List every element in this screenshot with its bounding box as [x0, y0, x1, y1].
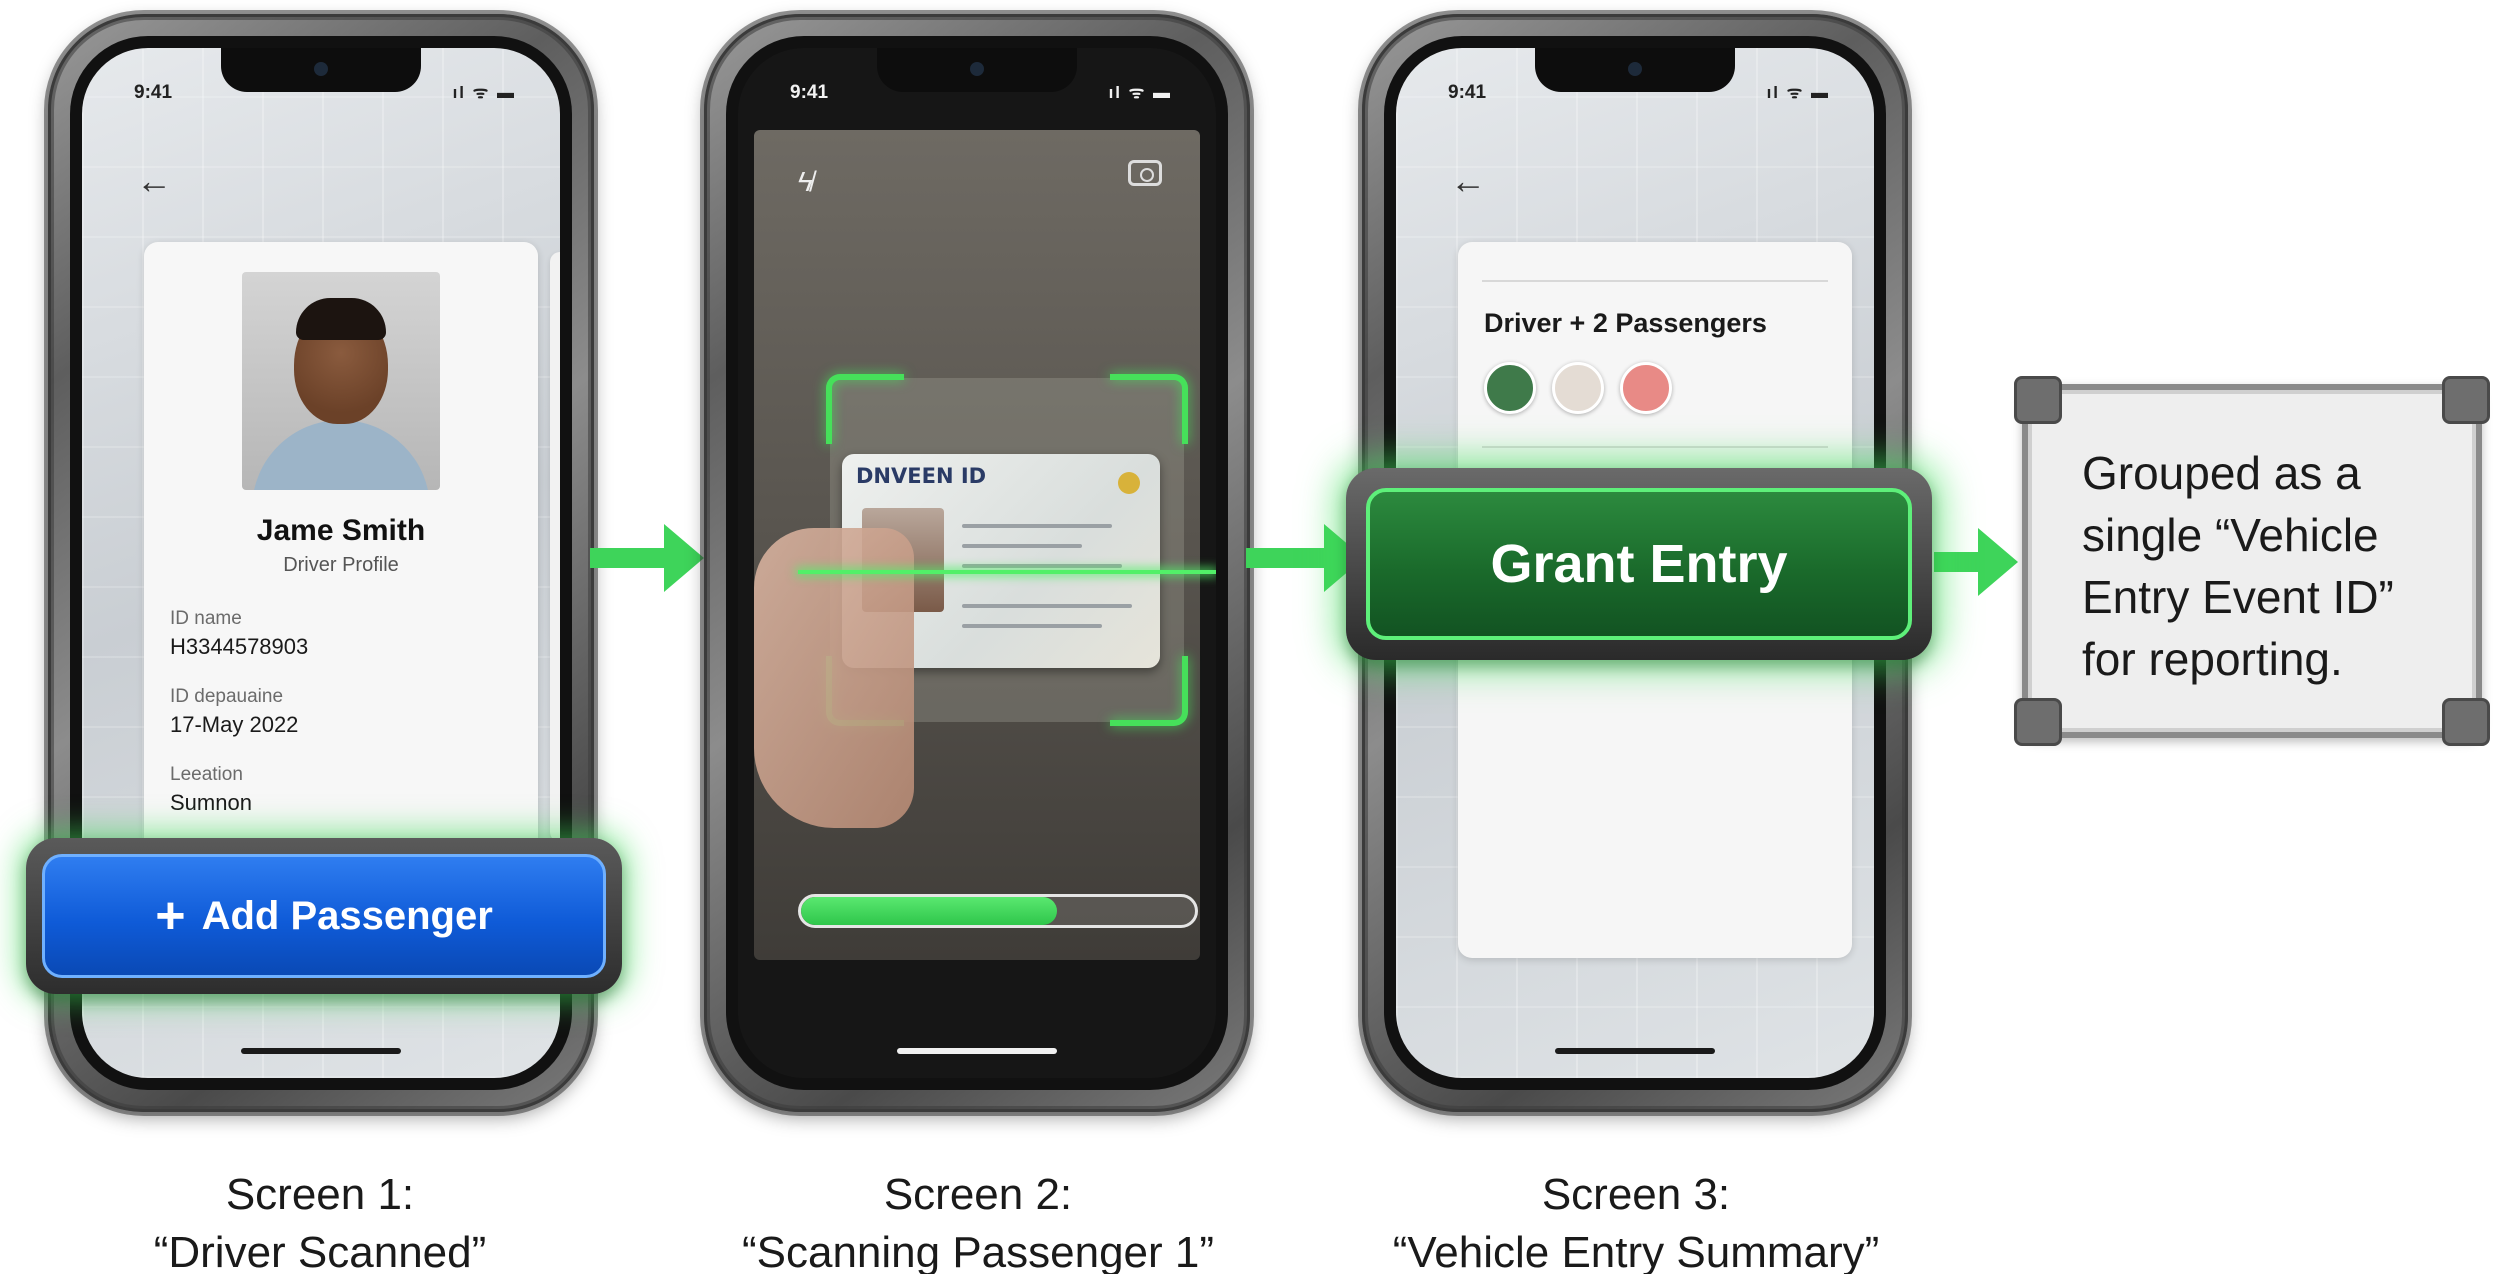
location-label: Leeation — [170, 764, 243, 785]
driver-avatar[interactable] — [1484, 362, 1536, 414]
corner-bracket — [2014, 376, 2062, 424]
flow-arrow-1 — [590, 524, 704, 592]
driver-profile-subtitle: Driver Profile — [283, 554, 399, 576]
grant-entry-button[interactable]: Grant Entry — [1366, 488, 1912, 640]
id-name-label: ID name — [170, 608, 242, 629]
add-passenger-button-frame: + Add Passenger — [26, 838, 622, 994]
add-passenger-label: Add Passenger — [201, 893, 493, 938]
status-time: 9:41 — [1448, 82, 1487, 103]
driver-profile-card: Jame Smith Driver Profile ID name H33445… — [144, 242, 538, 854]
driver-photo — [242, 272, 440, 490]
home-indicator — [897, 1048, 1057, 1054]
scan-laser-line — [798, 570, 1216, 574]
corner-bracket — [2442, 698, 2490, 746]
phone-notch — [1535, 48, 1735, 92]
status-time: 9:41 — [134, 82, 173, 103]
next-card-peek — [550, 252, 560, 842]
caption-screen-2: Screen 2: “Scanning Passenger 1” — [658, 1166, 1298, 1274]
status-time: 9:41 — [790, 82, 829, 103]
phone-screen-2: 9:41 ıl ᯤ ▬ ϟ̸ DNVEEN ID — [700, 10, 1254, 1116]
driver-name: Jame Smith — [256, 514, 426, 547]
plus-icon: + — [155, 887, 186, 945]
caption-subtitle: “Vehicle Entry Summary” — [1392, 1228, 1880, 1274]
id-card-title: DNVEEN ID — [856, 464, 987, 488]
flash-off-icon[interactable]: ϟ̸ — [798, 166, 813, 198]
id-seal-icon — [1118, 472, 1140, 494]
id-date-label: ID depauaine — [170, 686, 284, 707]
caption-subtitle: “Driver Scanned” — [153, 1228, 487, 1274]
phone-notch — [221, 48, 421, 92]
caption-screen-3: Screen 3: “Vehicle Entry Summary” — [1316, 1166, 1956, 1274]
caption-title: Screen 2: — [883, 1170, 1073, 1219]
home-indicator — [241, 1048, 401, 1054]
flow-arrow-2 — [1246, 524, 1364, 592]
event-id-note-text: Grouped as a single “Vehicle Entry Event… — [2082, 447, 2394, 685]
caption-screen-1: Screen 1: “Driver Scanned” — [0, 1166, 640, 1274]
flow-arrow-3 — [1934, 528, 2018, 596]
location-value: Sumnon — [170, 790, 252, 815]
add-passenger-button[interactable]: + Add Passenger — [42, 854, 606, 978]
caption-subtitle: “Scanning Passenger 1” — [741, 1228, 1215, 1274]
scan-progress-bar — [798, 894, 1198, 928]
caption-title: Screen 3: — [1541, 1170, 1731, 1219]
id-date-value: 17-May 2022 — [170, 712, 299, 737]
grant-entry-button-frame: Grant Entry — [1346, 468, 1932, 660]
status-icons: ıl ᯤ ▬ — [1108, 83, 1172, 102]
event-id-note-panel: Grouped as a single “Vehicle Entry Event… — [2014, 376, 2490, 746]
passenger-1-avatar[interactable] — [1552, 362, 1604, 414]
back-arrow-icon[interactable]: ← — [136, 160, 172, 202]
status-icons: ıl ᯤ ▬ — [1766, 83, 1830, 102]
screen-scanning-passenger: 9:41 ıl ᯤ ▬ ϟ̸ DNVEEN ID — [738, 48, 1216, 1078]
corner-bracket — [2014, 698, 2062, 746]
phone-notch — [877, 48, 1077, 92]
back-arrow-icon[interactable]: ← — [1450, 160, 1486, 202]
id-name-value: H3344578903 — [170, 634, 309, 659]
phone-bezel: 9:41 ıl ᯤ ▬ ϟ̸ DNVEEN ID — [726, 36, 1228, 1090]
occupants-summary: Driver + 2 Passengers — [1484, 308, 1767, 338]
scan-progress-fill — [801, 897, 1058, 925]
status-icons: ıl ᯤ ▬ — [452, 83, 516, 102]
corner-bracket — [2442, 376, 2490, 424]
caption-title: Screen 1: — [225, 1170, 415, 1219]
home-indicator — [1555, 1048, 1715, 1054]
passenger-2-avatar[interactable] — [1620, 362, 1672, 414]
camera-switch-icon[interactable] — [1128, 160, 1162, 186]
